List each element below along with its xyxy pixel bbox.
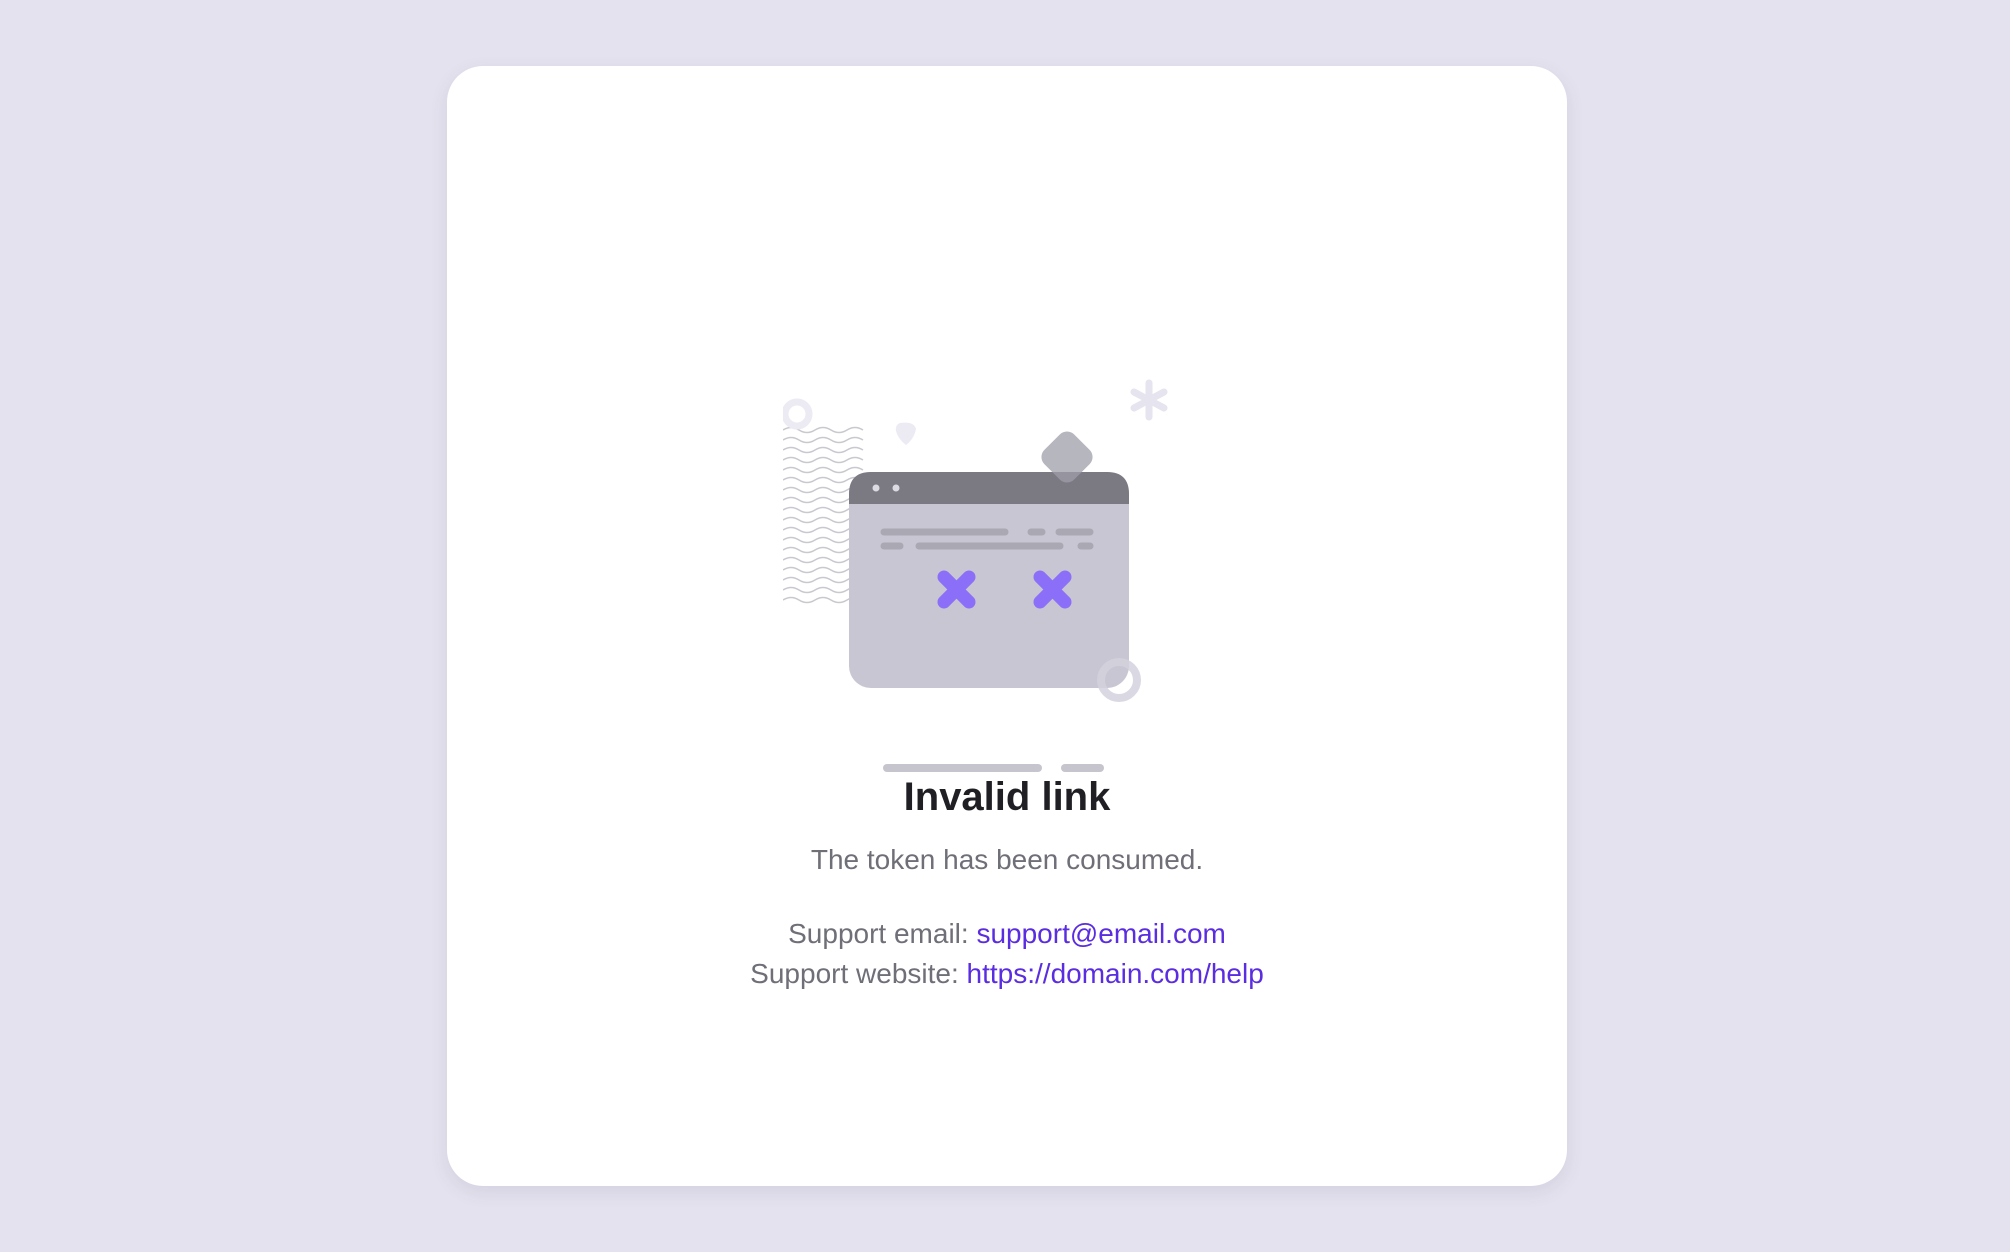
page-title: Invalid link — [903, 775, 1111, 819]
support-info: Support email: support@email.com Support… — [447, 914, 1567, 994]
error-card: Invalid link The token has been consumed… — [447, 66, 1567, 1186]
broken-browser-window-icon — [783, 298, 1231, 810]
support-website-link[interactable]: https://domain.com/help — [967, 958, 1264, 989]
support-email-label: Support email: — [788, 918, 969, 949]
support-email-link[interactable]: support@email.com — [976, 918, 1225, 949]
support-email-row: Support email: support@email.com — [447, 914, 1567, 954]
support-website-label: Support website: — [750, 958, 959, 989]
support-website-row: Support website: https://domain.com/help — [447, 954, 1567, 994]
error-message: The token has been consumed. — [810, 844, 1204, 875]
